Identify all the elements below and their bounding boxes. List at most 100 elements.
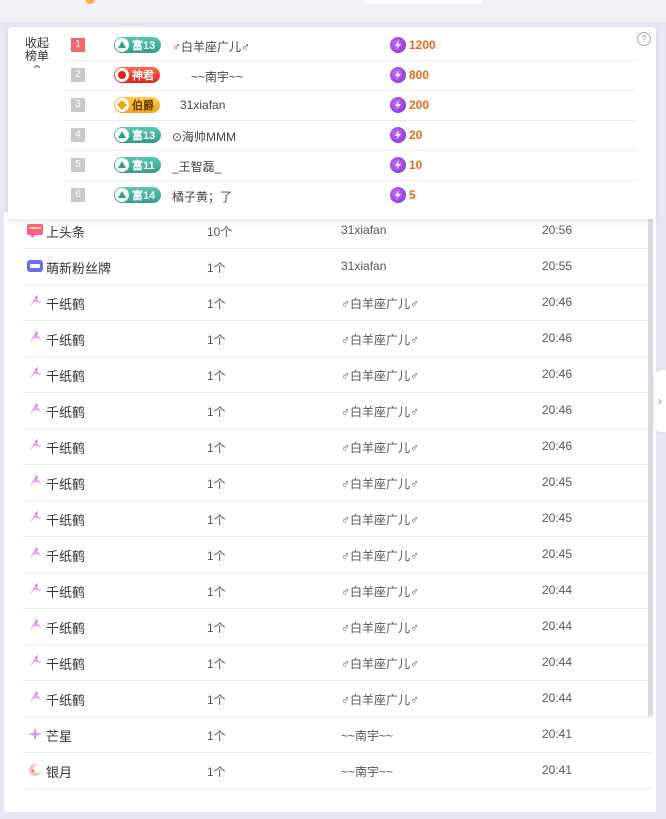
gift-count: 1个 [207,765,226,779]
gift-time: 20:55 [542,259,573,273]
score-value: 200 [409,98,430,112]
rank-number: 2 [71,68,85,82]
chevron-right-icon: › [658,394,662,408]
gift-count: 10个 [207,225,233,239]
gift-sender: ♂白羊座广儿♂ [341,621,420,635]
wealth-level-badge: 富13 [114,127,162,143]
collapse-label: 收起榜单 [24,36,49,63]
gift-count: 1个 [207,513,226,527]
gift-count: 1个 [207,477,226,491]
gift-count: 1个 [207,621,226,635]
bolt-icon [390,37,406,53]
gift-name: 千纸鹤 [46,693,86,708]
gift-time: 20:46 [542,439,573,453]
rank-username[interactable]: ⊙海帅MMM [172,128,236,145]
gift-name: 千纸鹤 [46,333,86,348]
rank-number: 5 [71,158,85,172]
gift-sender: ♂白羊座广儿♂ [341,297,420,311]
gift-count: 1个 [207,549,226,563]
gift-sender: 31xiafan [341,259,387,273]
gift-row: 千纸鹤 1个 ♂白羊座广儿♂ 20:46 [22,284,652,321]
rank-username[interactable]: ♂白羊座广儿♂ [172,38,250,55]
paper-crane-icon [26,689,44,707]
side-expand-tab[interactable]: › [654,370,666,432]
paper-crane-icon [26,509,44,527]
rank-row: 6 富14 橘子黄；了 5 [64,180,636,210]
rank-row: 1 富13 ♂白羊座广儿♂ 1200 [64,30,636,61]
gift-count: 1个 [207,729,226,743]
wealth-level-badge: 富13 [114,37,162,53]
paper-crane-icon [26,365,44,383]
gift-time: 20:44 [542,655,573,669]
rank-username[interactable]: 橘子黄；了 [172,188,232,205]
gift-time: 20:44 [542,583,573,597]
paper-crane-icon [26,473,44,491]
badge-text: 富14 [132,190,156,202]
top-strip [0,0,666,22]
badge-icon [115,158,129,172]
gift-count: 1个 [207,405,226,419]
collapse-ranking-button[interactable]: 收起榜单 ⌃ [22,37,52,77]
gift-count: 1个 [207,441,226,455]
gift-sender: ♂白羊座广儿♂ [341,585,420,599]
gift-sender: ♂白羊座广儿♂ [341,657,420,671]
rank-row: 2 神君 ~~南宇~~ 800 [64,60,636,91]
gift-name: 千纸鹤 [46,657,86,672]
badge-text: 富11 [132,160,155,172]
gift-sender: ♂白羊座广儿♂ [341,333,420,347]
bolt-icon [390,127,406,143]
gift-name: 千纸鹤 [46,369,86,384]
gift-name: 银月 [46,765,73,780]
gift-sender: ♂白羊座广儿♂ [341,549,420,563]
paper-crane-icon [26,581,44,599]
rank-number: 6 [71,188,85,202]
gift-row: 银月 1个 ~~南宇~~ 20:41 [22,752,652,789]
rank-username[interactable]: 31xiafan [180,98,225,112]
score-value: 1200 [409,38,436,52]
gift-time: 20:44 [542,619,573,633]
badge-icon [115,68,129,82]
gift-time: 20:41 [542,763,573,777]
gift-row: 千纸鹤 1个 ♂白羊座广儿♂ 20:44 [22,572,652,609]
gift-count: 1个 [207,657,226,671]
gift-row: 萌新粉丝牌 1个 31xiafan 20:55 [22,248,652,285]
gift-count: 1个 [207,261,226,275]
gift-time: 20:46 [542,367,573,381]
gift-time: 20:46 [542,331,573,345]
gift-count: 1个 [207,585,226,599]
gift-name: 芒星 [46,729,73,744]
question-icon[interactable]: ? [637,32,651,46]
gift-name: 千纸鹤 [46,585,86,600]
rank-row: 4 富13 ⊙海帅MMM 20 [64,120,636,151]
gift-name: 千纸鹤 [46,441,86,456]
gift-time: 20:41 [542,727,573,741]
gift-row: 千纸鹤 1个 ♂白羊座广儿♂ 20:44 [22,680,652,717]
gift-row: 千纸鹤 1个 ♂白羊座广儿♂ 20:46 [22,392,652,429]
contribution-score: 800 [390,67,429,83]
gift-row: 芒星 1个 ~~南宇~~ 20:41 [22,716,652,753]
badge-text: 神君 [132,70,154,82]
rank-username[interactable]: _王智磊_ [172,158,221,175]
gift-name: 上头条 [46,225,86,240]
gift-sender: 31xiafan [341,223,387,237]
scrollbar[interactable] [648,212,653,717]
gift-time: 20:44 [542,691,573,705]
moon-icon [26,761,44,779]
noble-badge: 伯爵 [114,97,160,113]
rank-number: 1 [71,38,85,52]
gift-sender: ~~南宇~~ [341,729,394,743]
wealth-level-badge: 富14 [114,187,162,203]
gift-row: 千纸鹤 1个 ♂白羊座广儿♂ 20:45 [22,500,652,537]
rank-username[interactable]: ~~南宇~~ [191,68,243,85]
rank-number: 3 [71,98,85,112]
gift-count: 1个 [207,369,226,383]
badge-text: 富13 [132,40,156,52]
bolt-icon [390,67,406,83]
gift-row: 千纸鹤 1个 ♂白羊座广儿♂ 20:46 [22,320,652,357]
gift-row: 千纸鹤 1个 ♂白羊座广儿♂ 20:44 [22,644,652,681]
rank-number: 4 [71,128,85,142]
contribution-score: 200 [390,97,429,113]
score-value: 10 [409,158,423,172]
badge-icon [115,128,129,142]
score-value: 5 [409,188,416,202]
